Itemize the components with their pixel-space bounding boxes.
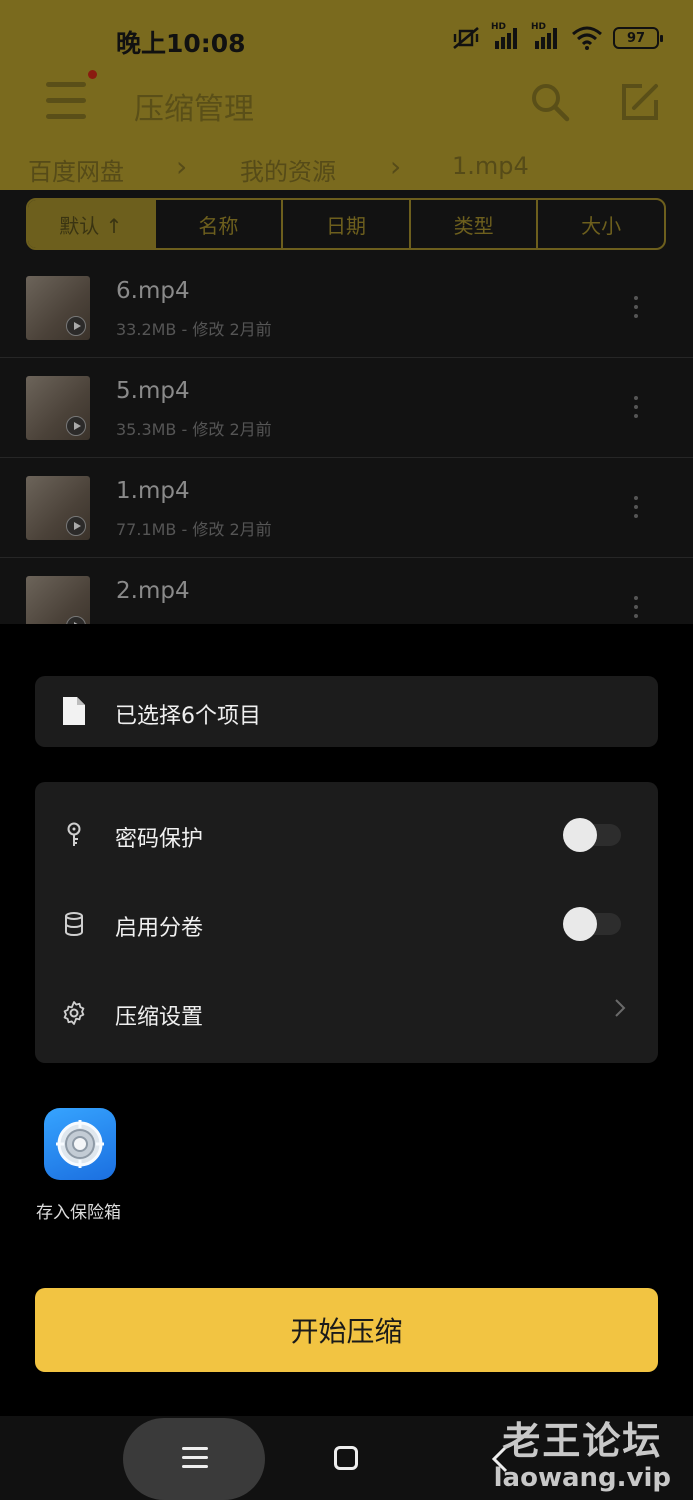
file-meta: 77.1MB - 修改 2月前 <box>116 520 272 539</box>
notification-dot <box>88 70 97 79</box>
file-name: 6.mp4 <box>116 278 190 304</box>
selected-items-card: 已选择6个项目 <box>35 676 658 747</box>
status-time: 晚上10:08 <box>116 29 246 58</box>
option-password-protection[interactable]: 密码保护 <box>35 790 658 879</box>
wifi-icon <box>572 26 602 50</box>
options-card: 密码保护 启用分卷 压缩设置 <box>35 782 658 1063</box>
gear-icon <box>63 1001 85 1025</box>
battery-indicator: 97 <box>613 27 663 49</box>
more-options-icon[interactable] <box>630 496 642 522</box>
signal-1-icon: HD <box>491 22 521 50</box>
file-row[interactable]: 5.mp4 35.3MB - 修改 2月前 <box>0 358 693 458</box>
chevron-right-icon: › <box>176 150 188 183</box>
chevron-right-icon: › <box>390 150 402 183</box>
home-icon[interactable] <box>334 1446 358 1470</box>
breadcrumb-item[interactable]: 我的资源 <box>240 152 336 187</box>
database-icon <box>65 912 83 937</box>
file-row[interactable]: 1.mp4 77.1MB - 修改 2月前 <box>0 458 693 558</box>
vault-label: 存入保险箱 <box>36 1203 121 1223</box>
start-compress-button[interactable]: 开始压缩 <box>35 1288 658 1372</box>
split-volume-toggle[interactable] <box>563 907 621 941</box>
option-label: 启用分卷 <box>115 916 204 941</box>
password-toggle[interactable] <box>563 818 621 852</box>
sort-tab-name[interactable]: 名称 <box>156 200 284 248</box>
breadcrumb-item[interactable]: 百度网盘 <box>28 152 124 187</box>
status-bar: 晚上10:08 HD HD 97 <box>0 0 693 80</box>
sort-tab-default[interactable]: 默认 ↑ <box>28 200 156 248</box>
play-icon <box>66 416 86 436</box>
file-name: 1.mp4 <box>116 478 190 504</box>
sort-tab-date[interactable]: 日期 <box>283 200 411 248</box>
option-compress-settings[interactable]: 压缩设置 <box>35 968 658 1057</box>
file-name: 2.mp4 <box>116 578 190 604</box>
edit-icon[interactable] <box>620 82 660 122</box>
selected-count-label: 已选择6个项目 <box>115 704 261 729</box>
video-thumbnail <box>26 476 90 540</box>
watermark-cn: 老王论坛 <box>502 1418 663 1463</box>
status-icons: HD HD 97 <box>451 22 663 50</box>
file-name: 5.mp4 <box>116 378 190 404</box>
mute-vibrate-icon <box>453 27 479 49</box>
file-row[interactable]: 6.mp4 33.2MB - 修改 2月前 <box>0 258 693 358</box>
play-icon <box>66 316 86 336</box>
chevron-right-icon <box>615 999 626 1017</box>
search-icon[interactable] <box>530 82 570 122</box>
option-split-volume[interactable]: 启用分卷 <box>35 879 658 968</box>
file-meta: 33.2MB - 修改 2月前 <box>116 320 272 339</box>
document-icon <box>63 697 85 725</box>
menu-icon[interactable] <box>46 82 86 120</box>
key-icon <box>67 822 81 846</box>
sort-tab-type[interactable]: 类型 <box>411 200 539 248</box>
vault-app-icon[interactable] <box>44 1108 116 1180</box>
breadcrumb-item[interactable]: 1.mp4 <box>452 152 529 180</box>
signal-2-icon: HD <box>531 22 561 50</box>
more-options-icon[interactable] <box>630 296 642 322</box>
more-options-icon[interactable] <box>630 596 642 622</box>
recents-icon[interactable] <box>182 1447 208 1469</box>
safe-dial-icon <box>56 1120 104 1168</box>
more-options-icon[interactable] <box>630 396 642 422</box>
page-title: 压缩管理 <box>134 92 254 127</box>
play-icon <box>66 516 86 536</box>
file-meta: 35.3MB - 修改 2月前 <box>116 420 272 439</box>
sort-tab-size[interactable]: 大小 <box>538 200 664 248</box>
video-thumbnail <box>26 376 90 440</box>
sort-bar: 默认 ↑ 名称 日期 类型 大小 <box>26 198 666 250</box>
option-label: 压缩设置 <box>115 1005 204 1030</box>
option-label: 密码保护 <box>115 827 204 852</box>
video-thumbnail <box>26 276 90 340</box>
watermark: 老王论坛 laowang.vip <box>494 1410 671 1493</box>
watermark-en: laowang.vip <box>493 1463 671 1493</box>
